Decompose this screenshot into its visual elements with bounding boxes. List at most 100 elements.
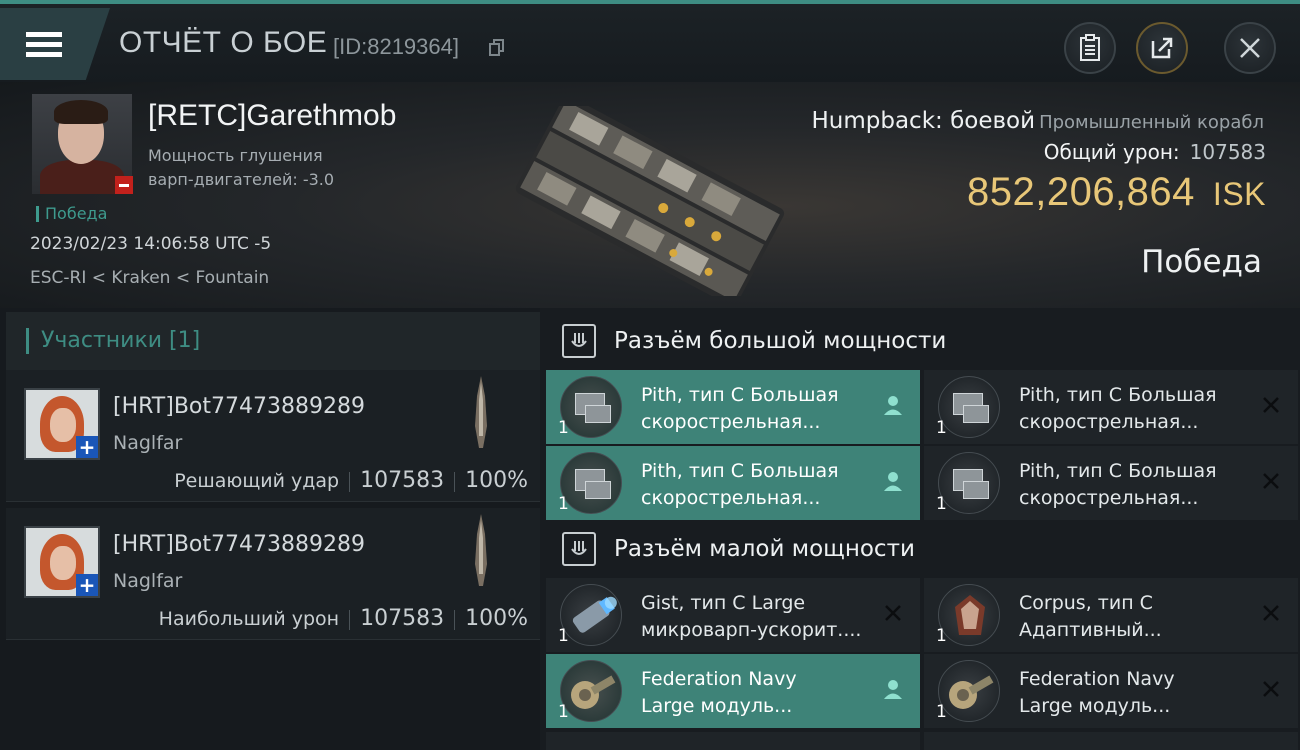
turret-icon: [938, 376, 1000, 438]
module-quantity: 1: [558, 494, 569, 514]
isk-unit: ISK: [1212, 176, 1266, 212]
result-tag: Победа: [36, 206, 107, 222]
total-damage-value: 107583: [1189, 140, 1266, 164]
fitting-panel: Разъём большой мощности 1 Pith, тип С Бо…: [540, 308, 1300, 750]
isk-amount: 852,206,864: [966, 170, 1195, 214]
total-damage: Общий урон: 107583: [1044, 140, 1266, 164]
high-slot-icon: [562, 324, 596, 358]
module-item[interactable]: 1 Pith, тип С Большая скорострельная...: [546, 370, 920, 444]
participant-percent: 100%: [465, 606, 528, 631]
avatar[interactable]: +: [24, 526, 100, 598]
module-item[interactable]: 1 Gist, тип С Large микроварп-ускорит....: [546, 578, 920, 652]
top-bar: ОТЧЁТ О БОЕ [ID:8219364]: [0, 0, 1300, 82]
microwarpdrive-icon: [560, 584, 622, 646]
participant-row[interactable]: + [HRT]Bot77473889289 Naglfar Решающий у…: [6, 370, 540, 502]
low-slot-title: Разъём малой мощности: [614, 536, 915, 562]
module-name: Federation Navy Large модуль...: [641, 668, 797, 717]
armor-repairer-icon: [938, 660, 1000, 722]
module-item[interactable]: 1 Corpus, тип С Адаптивный...: [924, 578, 1298, 652]
module-item[interactable]: 1 Federation Navy Large модуль...: [546, 654, 920, 728]
module-quantity: 1: [936, 418, 947, 438]
participant-percent: 100%: [465, 468, 528, 493]
module-name: Pith, тип С Большая скорострельная...: [641, 384, 839, 433]
turret-icon: [560, 452, 622, 514]
corp-badge-icon: +: [76, 436, 98, 458]
turret-icon: [938, 452, 1000, 514]
high-slot-header: Разъём большой мощности: [546, 312, 1300, 370]
close-x-icon: [1263, 397, 1279, 413]
participant-name: [HRT]Bot77473889289: [113, 532, 365, 557]
module-quantity: 1: [558, 626, 569, 646]
pilot-icon: [884, 472, 902, 491]
module-name: Federation Navy Large модуль...: [1019, 668, 1175, 717]
armor-repairer-icon: [560, 660, 622, 722]
close-x-icon: [885, 605, 901, 621]
ship-name[interactable]: Humpback: боевой Промышленный корабл: [811, 108, 1264, 134]
avatar[interactable]: +: [24, 388, 100, 460]
ship-thumbnail: [475, 514, 487, 586]
ship-type: Humpback: боевой: [811, 108, 1036, 134]
module-item-partial[interactable]: [924, 732, 1298, 750]
armor-hardener-icon: [938, 584, 1000, 646]
ship-class: Промышленный корабл: [1039, 112, 1264, 133]
isk-value: 852,206,864 ISK: [967, 170, 1266, 215]
menu-icon: [26, 27, 62, 62]
share-button[interactable]: [1136, 22, 1188, 74]
module-name: Pith, тип С Большая скорострельная...: [1019, 460, 1217, 509]
killmail-header: [RETC]Garethmob Мощность глушения варп-д…: [0, 82, 1300, 308]
turret-icon: [560, 376, 622, 438]
participants-tab[interactable]: Участники [1]: [6, 312, 540, 370]
module-quantity: 1: [936, 702, 947, 722]
corp-badge-icon: +: [76, 574, 98, 596]
ship-thumbnail: [475, 376, 487, 448]
victim-name[interactable]: [RETC]Garethmob: [148, 99, 396, 133]
module-quantity: 1: [936, 494, 947, 514]
result-label: Победа: [1141, 244, 1262, 280]
close-x-icon: [1263, 605, 1279, 621]
timestamp: 2023/02/23 14:06:58 UTC -5: [30, 234, 272, 254]
pilot-icon: [884, 680, 902, 699]
participants-title: Участники [1]: [26, 328, 200, 354]
pilot-icon: [884, 396, 902, 415]
module-item[interactable]: 1 Pith, тип С Большая скорострельная...: [546, 446, 920, 520]
menu-button[interactable]: [0, 8, 110, 80]
participant-role: Наибольший урон: [158, 608, 340, 630]
module-item[interactable]: 1 Federation Navy Large модуль...: [924, 654, 1298, 728]
participant-ship: Naglfar: [113, 432, 183, 454]
module-quantity: 1: [558, 418, 569, 438]
total-damage-label: Общий урон:: [1043, 140, 1180, 164]
module-name: Pith, тип С Большая скорострельная...: [641, 460, 839, 509]
participant-damage: 107583: [360, 468, 445, 493]
module-name: Pith, тип С Большая скорострельная...: [1019, 384, 1217, 433]
low-slot-header: Разъём малой мощности: [546, 520, 1300, 578]
high-slot-title: Разъём большой мощности: [614, 328, 947, 354]
module-quantity: 1: [558, 702, 569, 722]
report-id: [ID:8219364]: [333, 34, 459, 59]
close-x-icon: [1263, 473, 1279, 489]
participant-role: Решающий удар: [174, 470, 340, 492]
module-item[interactable]: 1 Pith, тип С Большая скорострельная...: [924, 370, 1298, 444]
participant-stats: Решающий удар 107583 100%: [174, 468, 528, 493]
participant-ship: Naglfar: [113, 570, 183, 592]
module-item[interactable]: 1 Pith, тип С Большая скорострельная...: [924, 446, 1298, 520]
copy-icon[interactable]: [489, 39, 505, 57]
clipboard-button[interactable]: [1064, 22, 1116, 74]
participant-stats: Наибольший урон 107583 100%: [159, 606, 528, 631]
close-button[interactable]: [1224, 22, 1276, 74]
participant-name: [HRT]Bot77473889289: [113, 394, 365, 419]
share-icon: [1151, 37, 1173, 59]
module-quantity: 1: [936, 626, 947, 646]
clipboard-icon: [1080, 34, 1100, 61]
location[interactable]: ESC-RI < Kraken < Fountain: [30, 268, 269, 288]
loss-badge-icon: [115, 176, 133, 194]
participants-panel: Участники [1] + [HRT]Bot77473889289 Nagl…: [0, 308, 540, 750]
module-name: Gist, тип С Large микроварп-ускорит....: [641, 592, 862, 641]
module-name: Corpus, тип С Адаптивный...: [1019, 592, 1162, 641]
participant-row[interactable]: + [HRT]Bot77473889289 Naglfar Наибольший…: [6, 508, 540, 640]
close-icon: [1240, 38, 1260, 58]
module-item-partial[interactable]: [546, 732, 920, 750]
ship-image: [515, 106, 785, 296]
low-slot-icon: [562, 532, 596, 566]
participant-damage: 107583: [360, 606, 445, 631]
close-x-icon: [1263, 681, 1279, 697]
